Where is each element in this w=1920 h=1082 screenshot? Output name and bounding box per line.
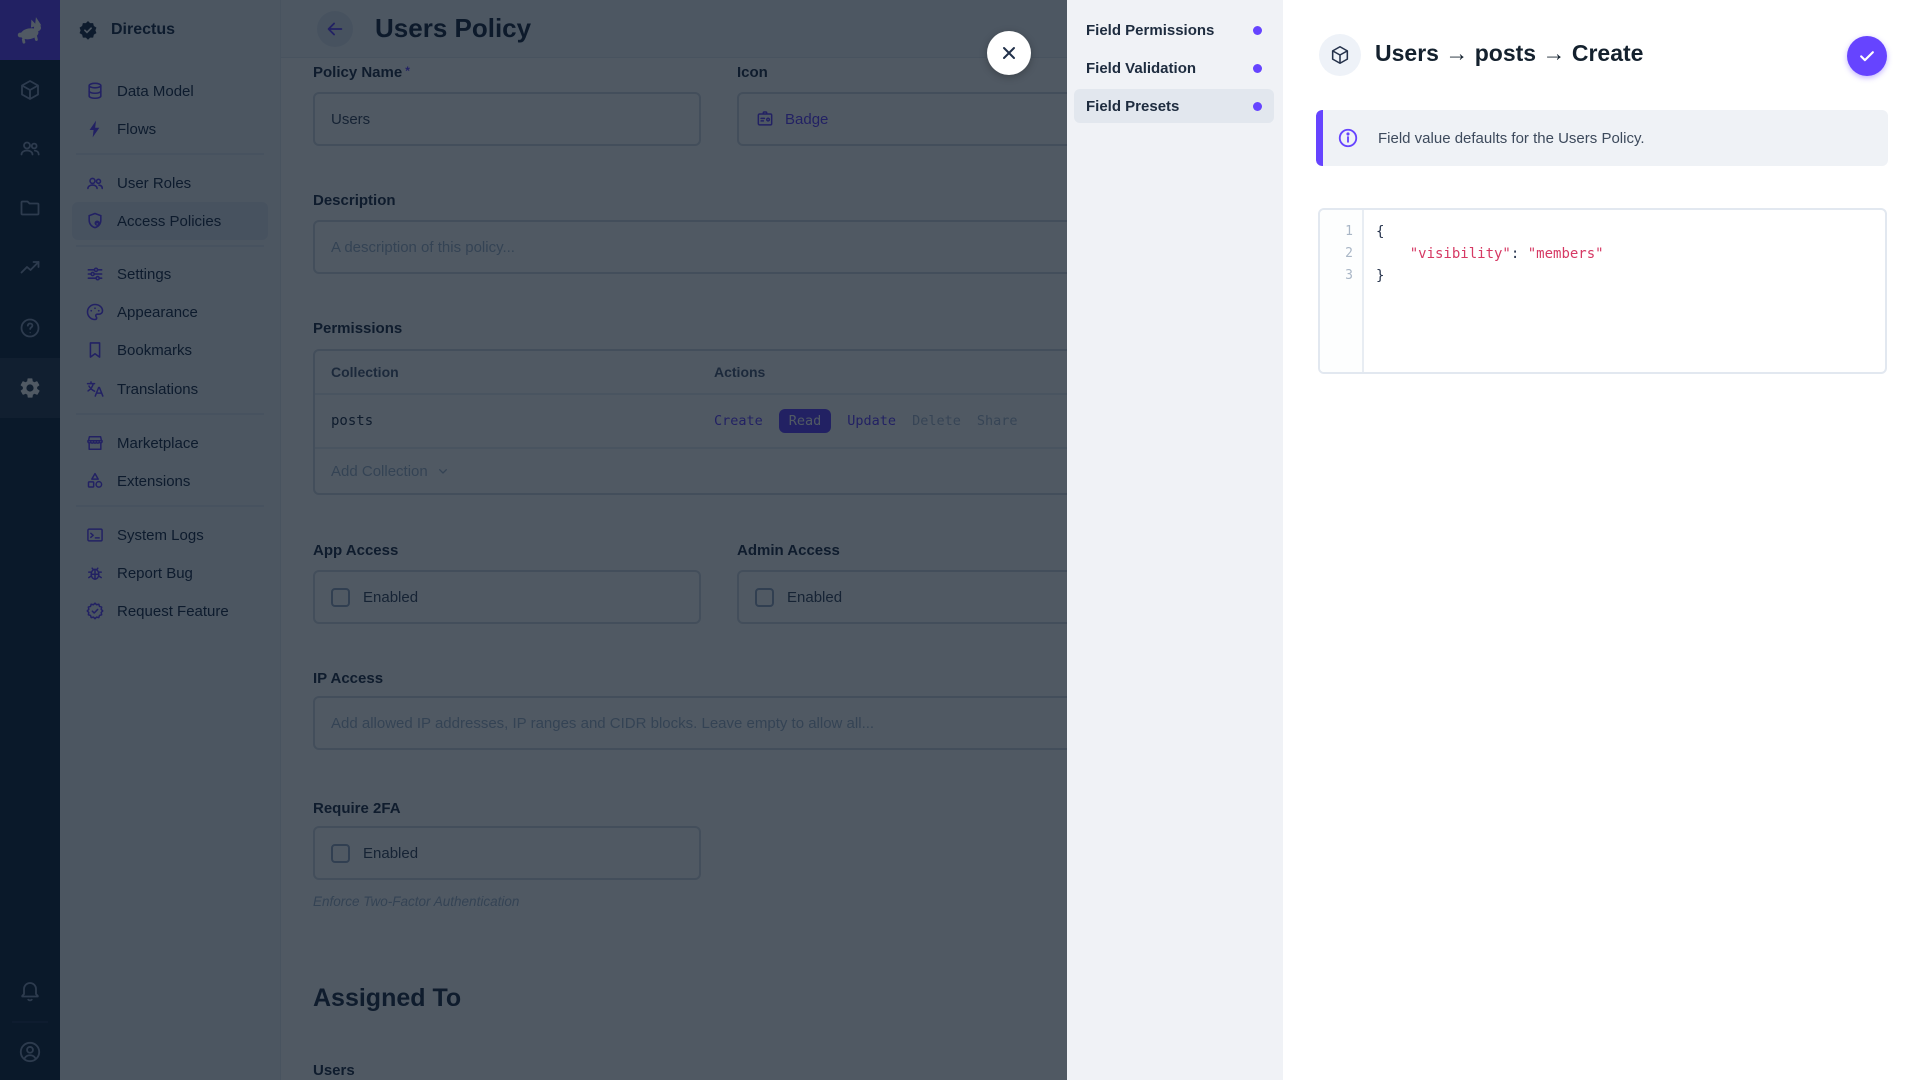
drawer-tab-list: Field Permissions Field Validation Field… — [1067, 0, 1283, 1080]
line-number-gutter: 1 2 3 — [1320, 210, 1364, 372]
json-key: "visibility" — [1410, 246, 1511, 262]
cube-icon — [1329, 44, 1351, 66]
check-icon — [1857, 46, 1877, 66]
status-dot — [1253, 64, 1262, 73]
drawer-title: Users → posts → Create — [1375, 40, 1643, 67]
info-banner-text: Field value defaults for the Users Polic… — [1378, 130, 1645, 147]
save-button[interactable] — [1847, 36, 1887, 76]
code-content: { "visibility": "members" } — [1364, 210, 1604, 372]
status-dot — [1253, 102, 1262, 111]
close-icon — [999, 43, 1019, 63]
json-value: "members" — [1528, 246, 1604, 262]
status-dot — [1253, 26, 1262, 35]
drawer-panel: Users → posts → Create Field value defau… — [1283, 0, 1920, 1080]
tab-field-validation[interactable]: Field Validation — [1074, 51, 1274, 85]
info-banner: Field value defaults for the Users Polic… — [1316, 110, 1888, 166]
tab-field-permissions[interactable]: Field Permissions — [1074, 13, 1274, 47]
tab-field-presets[interactable]: Field Presets — [1074, 89, 1274, 123]
code-editor[interactable]: 1 2 3 { "visibility": "members" } — [1318, 208, 1887, 374]
drawer-header-avatar — [1319, 34, 1361, 76]
code-line-3: } — [1376, 265, 1604, 287]
line-number: 1 — [1320, 221, 1362, 243]
code-line-1: { — [1376, 221, 1604, 243]
modal-overlay[interactable] — [0, 0, 1067, 1080]
drawer-close-button[interactable] — [987, 31, 1031, 75]
line-number: 3 — [1320, 265, 1362, 287]
code-line-2: "visibility": "members" — [1376, 243, 1604, 265]
info-icon — [1337, 127, 1359, 149]
line-number: 2 — [1320, 243, 1362, 265]
